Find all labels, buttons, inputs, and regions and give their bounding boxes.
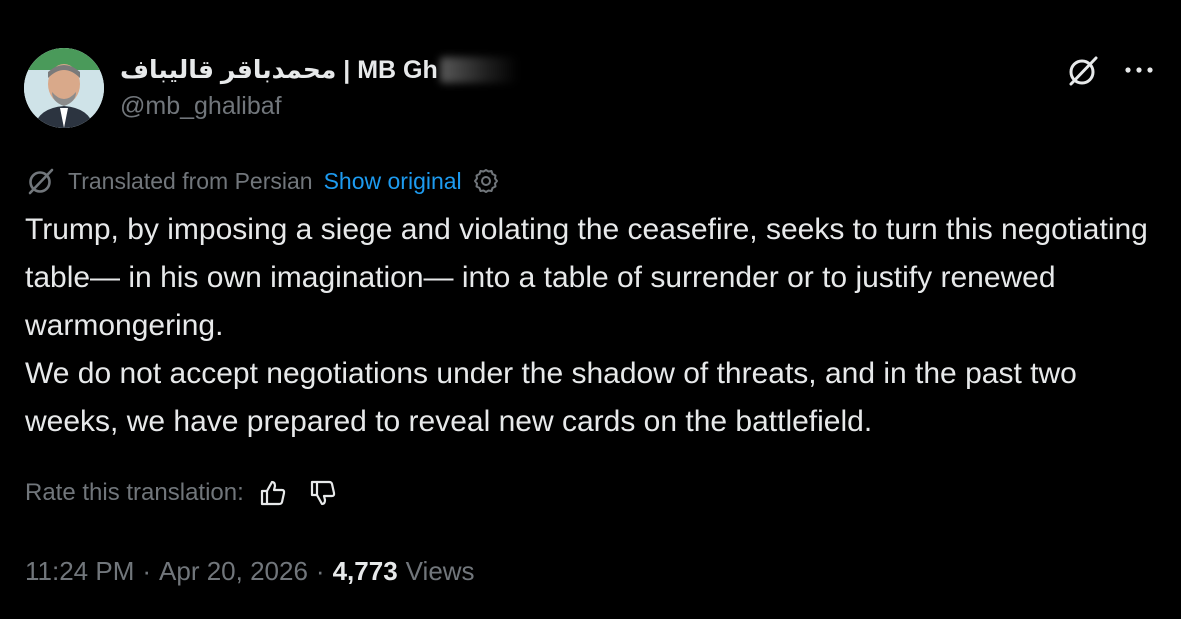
tweet-meta: 11:24 PM · Apr 20, 2026 · 4,773 Views	[25, 554, 475, 588]
author-name-text: محمدباقر قالیباف | MB Gh	[120, 56, 438, 84]
rate-translation-label: Rate this translation:	[25, 479, 244, 506]
views-count: 4,773	[332, 555, 398, 586]
views-label: Views	[405, 555, 475, 586]
tweet-paragraph: Trump, by imposing a siege and violating…	[25, 213, 1148, 342]
avatar-photo	[24, 48, 104, 128]
tweet-time[interactable]: 11:24 PM	[25, 556, 134, 587]
thumbs-up-icon[interactable]	[258, 478, 288, 508]
translated-from-label: Translated from Persian	[68, 167, 313, 194]
avatar[interactable]	[24, 48, 104, 128]
settings-icon[interactable]	[472, 167, 500, 195]
thumbs-down-icon[interactable]	[308, 478, 338, 508]
grok-icon[interactable]	[1066, 54, 1100, 88]
name-redaction-blur	[439, 57, 518, 83]
tweet-paragraph: We do not accept negotiations under the …	[25, 357, 1077, 438]
tweet-text: Trump, by imposing a siege and violating…	[25, 206, 1165, 446]
author-handle[interactable]: @mb_ghalibaf	[120, 92, 282, 121]
show-original-link[interactable]: Show original	[324, 168, 462, 195]
meta-separator: ·	[315, 555, 325, 586]
meta-separator: ·	[142, 555, 152, 586]
rate-translation-row: Rate this translation:	[25, 476, 338, 510]
tweet-date[interactable]: Apr 20, 2026	[159, 556, 308, 587]
author-display-name[interactable]: محمدباقر قالیباف | MB Gh	[120, 53, 518, 87]
translate-slash-icon	[28, 168, 54, 195]
more-horizontal-icon[interactable]	[1122, 60, 1156, 80]
translation-bar: Translated from Persian Show original	[26, 165, 500, 197]
